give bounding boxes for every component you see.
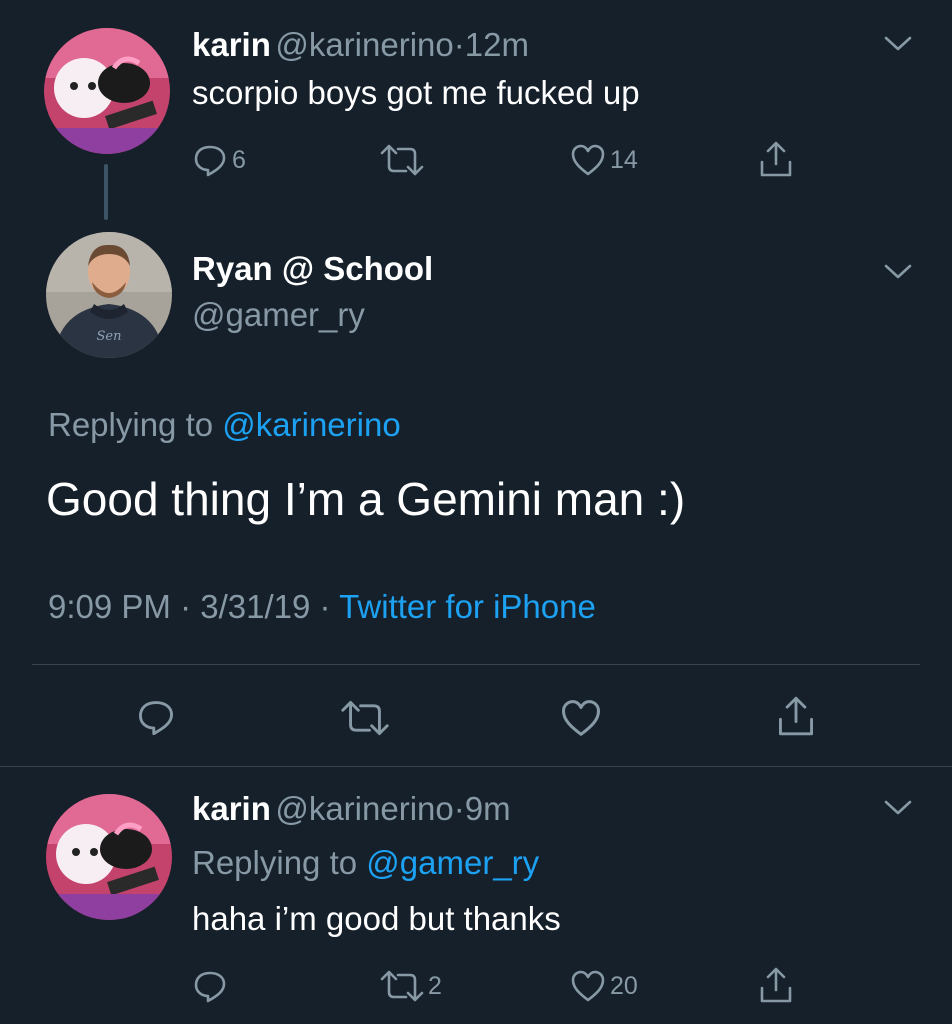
tweet-text: scorpio boys got me fucked up [192, 74, 640, 111]
share-button[interactable] [776, 694, 816, 738]
svg-text:Sen: Sen [97, 329, 122, 344]
replying-to-link[interactable]: @gamer_ry [366, 844, 539, 881]
replying-to-label: Replying to [48, 406, 214, 443]
reply-button[interactable] [136, 697, 176, 737]
avatar-karin-image [44, 28, 170, 154]
replying-to: Replying to @gamer_ry [192, 844, 539, 882]
tweet-source-link[interactable]: Twitter for iPhone [339, 588, 596, 625]
like-button[interactable]: 14 [570, 142, 638, 178]
reply-icon [139, 701, 173, 736]
tweet3-header: karin @karinerino·9m [192, 790, 511, 828]
retweet-icon [380, 144, 424, 176]
thread-connector-line [104, 164, 108, 220]
like-icon [571, 970, 605, 1002]
like-icon [561, 700, 601, 736]
reply-button[interactable] [192, 968, 228, 1004]
share-icon [760, 967, 792, 1003]
like-count: 14 [610, 145, 638, 174]
separator-dot: · [453, 790, 465, 827]
replying-to-link[interactable]: @karinerino [222, 406, 400, 443]
author-handle[interactable]: @gamer_ry [192, 296, 365, 334]
avatar-karin[interactable] [46, 794, 172, 920]
like-count: 20 [610, 971, 638, 1000]
retweet-button[interactable] [340, 698, 390, 738]
replying-to: Replying to @karinerino [48, 406, 401, 444]
separator-dot: · [453, 26, 465, 63]
share-button[interactable] [758, 966, 794, 1004]
replying-to-label: Replying to [192, 844, 358, 881]
avatar-karin-image [46, 794, 172, 920]
reply-count: 6 [232, 145, 246, 174]
chevron-down-icon[interactable] [883, 34, 913, 54]
share-button[interactable] [758, 140, 794, 178]
divider [0, 766, 952, 767]
author-handle[interactable]: @karinerino [275, 26, 453, 63]
like-button[interactable]: 20 [570, 968, 638, 1004]
author-name[interactable]: karin [192, 26, 271, 63]
tweet-text: Good thing I’m a Gemini man :) [46, 473, 686, 525]
reply-button[interactable]: 6 [192, 142, 246, 178]
share-icon [779, 696, 813, 736]
like-icon [571, 144, 605, 176]
reply-icon [194, 145, 226, 177]
tweet-time: 9m [464, 790, 511, 827]
divider [32, 664, 920, 665]
retweet-icon [380, 970, 424, 1002]
chevron-down-icon[interactable] [883, 262, 913, 282]
tweet-meta: 9:09 PM · 3/31/19 · Twitter for iPhone [48, 588, 596, 626]
avatar-ryan-image: Sen [46, 232, 172, 358]
chevron-down-icon[interactable] [883, 798, 913, 818]
tweet-text: haha i’m good but thanks [192, 900, 561, 937]
tweet-timestamp[interactable]: 9:09 PM · 3/31/19 · [48, 588, 330, 625]
share-icon [760, 141, 792, 177]
author-name[interactable]: karin [192, 790, 271, 827]
retweet-button[interactable] [380, 142, 424, 178]
tweet-time: 12m [464, 26, 529, 63]
author-name[interactable]: Ryan @ School [192, 250, 433, 288]
tweet1-header: karin @karinerino·12m [192, 26, 529, 64]
retweet-count: 2 [428, 971, 442, 1000]
avatar-ryan[interactable]: Sen [46, 232, 172, 358]
retweet-icon [341, 701, 389, 735]
retweet-button[interactable]: 2 [380, 968, 442, 1004]
author-handle[interactable]: @karinerino [275, 790, 453, 827]
avatar-karin[interactable] [44, 28, 170, 154]
reply-icon [194, 971, 226, 1003]
like-button[interactable] [560, 697, 602, 739]
